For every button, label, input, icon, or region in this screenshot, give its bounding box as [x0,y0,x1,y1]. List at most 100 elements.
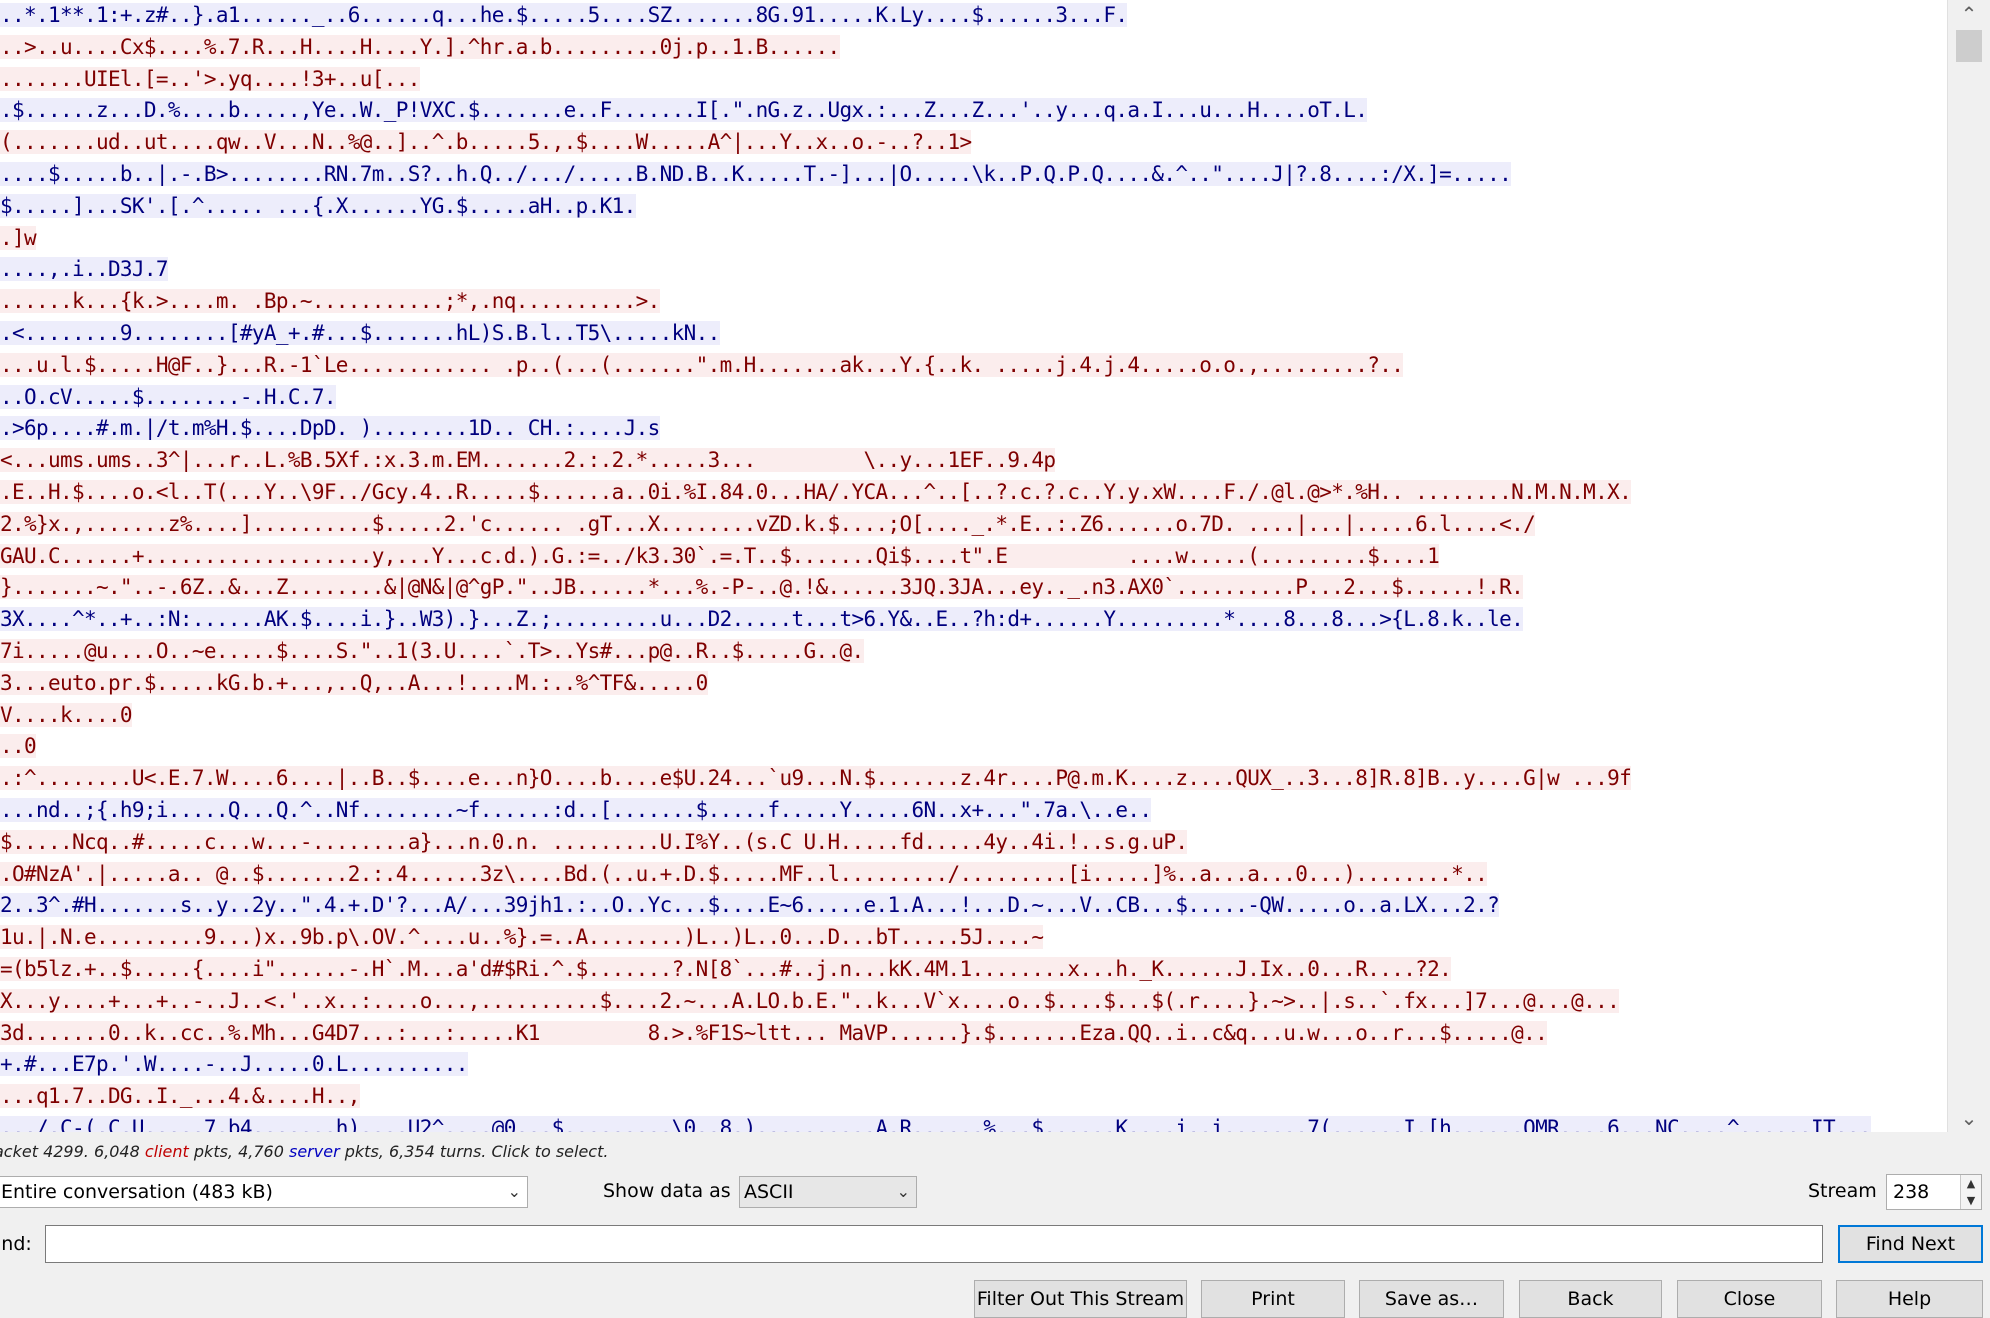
stream-line-text: V....k....0 [0,702,133,727]
show-data-as-label: Show data as [603,1180,731,1202]
stream-line-text: }.......~."..-.6Z..&...Z........&|@N&|@^… [0,575,1524,600]
status-suffix: pkts, 6,354 turns. Click to select. [339,1142,609,1161]
stream-label: Stream [1808,1180,1877,1202]
client-data-line: ..>..u....Cx$....%.7.R...H....H....Y.].^… [0,32,1948,64]
server-data-line: ..O.cV.....$........-.H.C.7. [0,382,1948,414]
server-data-line: 3X....^*..+..:N:......AK.$....i.}..W3).}… [0,604,1948,636]
conversation-select[interactable]: Entire conversation (483 kB) ⌄ [0,1176,528,1208]
stream-line-text: .../.C-(.C.U.....7.b4.......h)....U2^...… [0,1115,1872,1132]
server-data-line: $.....]...SK'.[.^..... ...{.X......YG.$.… [0,191,1948,223]
client-data-line: ...q1.7..DG..I._...4.&....H.., [0,1081,1948,1113]
vertical-scrollbar[interactable]: ⌃ ⌄ [1947,0,1990,1132]
find-next-button[interactable]: Find Next [1838,1225,1983,1263]
client-data-line: .:^........U<.E.7.W....6....|..B..$....e… [0,763,1948,795]
server-data-line: .$......z...D.%....b.....,Ye..W._P!VXC.$… [0,95,1948,127]
filter-out-stream-button[interactable]: Filter Out This Stream [974,1280,1187,1318]
stream-number-spinner[interactable]: 238 ▲ ▼ [1886,1174,1982,1210]
conversation-select-value: Entire conversation (483 kB) [1,1181,273,1203]
client-data-line: ......k...{k.>....m. .Bp.~...........;*,… [0,286,1948,318]
status-prefix: acket 4299. 6,048 [0,1142,145,1161]
server-data-line: ....$.....b..|.-.B>........RN.7m..S?..h.… [0,159,1948,191]
scrollbar-thumb[interactable] [1956,30,1982,62]
stream-line-text: =(b5lz.+..$.....{....i"......-.H`.M...a'… [0,956,1452,981]
stream-line-text: .......UIEl.[=..'>.yq....!3+..u[... [0,66,420,91]
stream-line-text: ..O.cV.....$........-.H.C.7. [0,384,336,409]
client-data-line: }.......~."..-.6Z..&...Z........&|@N&|@^… [0,572,1948,604]
stream-status-text[interactable]: acket 4299. 6,048 client pkts, 4,760 ser… [0,1142,608,1166]
stream-number-value[interactable]: 238 [1893,1175,1929,1209]
stream-line-text: ......k...{k.>....m. .Bp.~...........;*,… [0,289,660,314]
server-data-line: .../.C-(.C.U.....7.b4.......h)....U2^...… [0,1113,1948,1132]
server-data-line: .>6p....#.m.|/t.m%H.$....DpD. )........1… [0,413,1948,445]
stream-line-text: ...q1.7..DG..I._...4.&....H.., [0,1084,360,1109]
scroll-down-icon[interactable]: ⌄ [1948,1104,1990,1132]
stream-line-text: (.......ud..ut....qw..V...N..%@..]..^.b.… [0,130,972,155]
client-data-line: ..0 [0,731,1948,763]
client-data-line: V....k....0 [0,700,1948,732]
stream-line-text: ..0 [0,734,37,759]
client-data-line: 1u.|.N.e.........9...)x..9b.p\.OV.^....u… [0,922,1948,954]
stream-line-text: .E..H.$....o.<l..T(...Y..\9F../Gcy.4..R.… [0,479,1632,504]
client-data-line: .O#NzA'.|.....a.. @..$.......2.:.4......… [0,859,1948,891]
client-data-line: 3d.......0..k..cc..%.Mh...G4D7...:...:..… [0,1018,1948,1050]
stream-line-text: .>6p....#.m.|/t.m%H.$....DpD. )........1… [0,416,660,441]
client-data-line: X...y....+...+..-..J..<.'..x..:....o...,… [0,986,1948,1018]
client-data-line: GAU.C......+...................y,...Y...… [0,541,1948,573]
client-data-line: .E..H.$....o.<l..T(...Y..\9F../Gcy.4..R.… [0,477,1948,509]
help-button[interactable]: Help [1836,1280,1983,1318]
stream-line-text: ..*.1**.1:+.z#..}.a1......_..6......q...… [0,3,1128,27]
client-data-line: 2.%}x.,.......z%....]..........$.....2.'… [0,509,1948,541]
client-data-line: .......UIEl.[=..'>.yq....!3+..u[... [0,64,1948,96]
client-data-line: =(b5lz.+..$.....{....i"......-.H`.M...a'… [0,954,1948,986]
data-format-value: ASCII [744,1181,794,1203]
stream-line-text: 3d.......0..k..cc..%.Mh...G4D7...:...:..… [0,1020,1548,1045]
stream-text-area[interactable]: ..*.1**.1:+.z#..}.a1......_..6......q...… [0,0,1948,1132]
status-client-word: client [144,1142,189,1161]
stream-line-text: .<........9........[#yA_+.#...$.......hL… [0,320,720,345]
client-data-line: .]w [0,223,1948,255]
stream-line-text: 7i.....@u....O..~e.....$....S."..1(3.U..… [0,638,864,663]
client-data-line: 7i.....@u....O..~e.....$....S."..1(3.U..… [0,636,1948,668]
stream-line-text: X...y....+...+..-..J..<.'..x..:....o...,… [0,988,1620,1013]
close-button[interactable]: Close [1677,1280,1822,1318]
client-data-line: (.......ud..ut....qw..V...N..%@..]..^.b.… [0,127,1948,159]
stream-line-text: <...ums.ums..3^|...r..L.%B.5Xf.:x.3.m.EM… [0,448,1056,473]
stream-content-view[interactable]: ..*.1**.1:+.z#..}.a1......_..6......q...… [0,0,1990,1132]
stream-line-text: .:^........U<.E.7.W....6....|..B..$....e… [0,766,1632,791]
spinner-down-icon[interactable]: ▼ [1961,1192,1981,1209]
find-input[interactable] [45,1225,1823,1263]
server-data-line: +.#...E7p.'.W....-..J.....0.L.......... [0,1049,1948,1081]
stream-line-text: GAU.C......+...................y,...Y...… [0,543,1440,568]
stream-line-text: 2..3^.#H.......s..y..2y..".4.+.D'?...A/.… [0,893,1500,918]
client-data-line: $.....Ncq..#.....c...w...-........a}...n… [0,827,1948,859]
back-button[interactable]: Back [1519,1280,1662,1318]
stream-line-text: $.....Ncq..#.....c...w...-........a}...n… [0,829,1188,854]
data-format-select[interactable]: ASCII ⌄ [739,1176,917,1208]
scroll-up-icon[interactable]: ⌃ [1948,0,1990,28]
stream-line-text: 1u.|.N.e.........9...)x..9b.p\.OV.^....u… [0,925,1044,950]
server-data-line: ..*.1**.1:+.z#..}.a1......_..6......q...… [0,0,1948,32]
stream-line-text: 3...euto.pr.$.....kG.b.+...,..Q,..A...!.… [0,670,708,695]
stream-line-text: 3X....^*..+..:N:......AK.$....i.}..W3).}… [0,607,1524,632]
stream-line-text: ..>..u....Cx$....%.7.R...H....H....Y.].^… [0,34,840,59]
stream-line-text: ...nd..;{.h9;i.....Q...Q.^..Nf........~f… [0,797,1152,822]
stream-line-text: ...u.l.$.....H@F..}...R.-1`Le...........… [0,352,1404,377]
client-data-line: <...ums.ums..3^|...r..L.%B.5Xf.:x.3.m.EM… [0,445,1948,477]
status-server-word: server [289,1142,340,1161]
save-as-button[interactable]: Save as… [1359,1280,1504,1318]
stream-line-text: $.....]...SK'.[.^..... ...{.X......YG.$.… [0,193,636,218]
chevron-down-icon: ⌄ [507,1182,521,1201]
stream-line-text: 2.%}x.,.......z%....]..........$.....2.'… [0,511,1536,536]
spinner-up-icon[interactable]: ▲ [1961,1175,1981,1192]
stream-line-text: .]w [0,225,37,250]
stream-line-text: +.#...E7p.'.W....-..J.....0.L.......... [0,1052,468,1077]
client-data-line: 3...euto.pr.$.....kG.b.+...,..Q,..A...!.… [0,668,1948,700]
stream-line-text: .O#NzA'.|.....a.. @..$.......2.:.4......… [0,861,1488,886]
stream-line-text: ....$.....b..|.-.B>........RN.7m..S?..h.… [0,161,1512,186]
status-middle: pkts, 4,760 [188,1142,289,1161]
server-data-line: .<........9........[#yA_+.#...$.......hL… [0,318,1948,350]
print-button[interactable]: Print [1201,1280,1345,1318]
server-data-line: ...nd..;{.h9;i.....Q...Q.^..Nf........~f… [0,795,1948,827]
client-data-line: ...u.l.$.....H@F..}...R.-1`Le...........… [0,350,1948,382]
chevron-down-icon: ⌄ [896,1182,910,1201]
